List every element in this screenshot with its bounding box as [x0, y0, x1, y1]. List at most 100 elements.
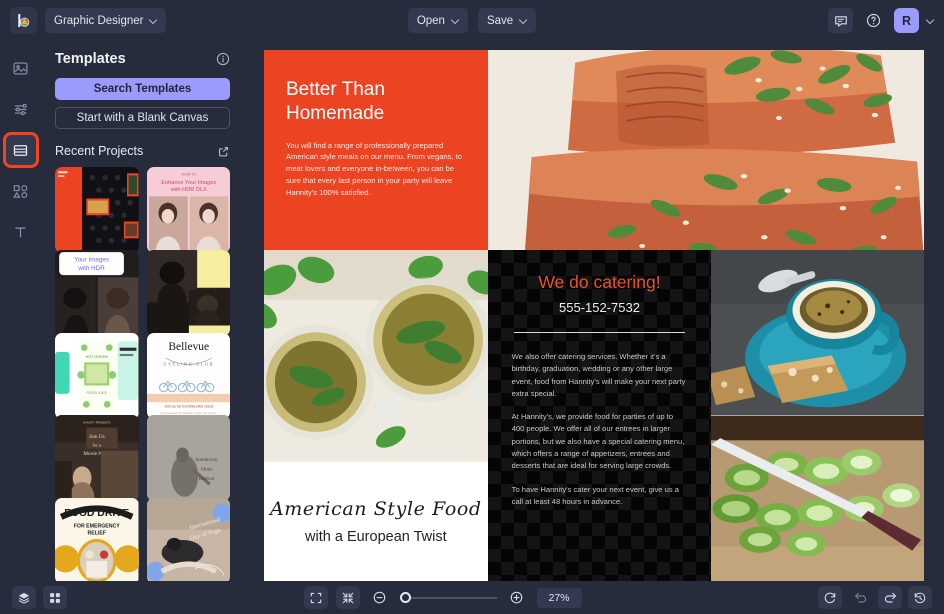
sliders-icon: [12, 101, 29, 118]
text-icon: [12, 224, 29, 241]
info-circle-icon[interactable]: [216, 52, 230, 66]
save-button[interactable]: Save: [477, 8, 537, 33]
svg-text:with HDR DLX: with HDR DLX: [169, 187, 206, 193]
zoom-slider-track[interactable]: [410, 596, 497, 599]
canvas-headline-block[interactable]: Better Than Homemade You will find a ran…: [264, 50, 488, 250]
design-canvas[interactable]: Better Than Homemade You will find a ran…: [264, 50, 924, 581]
catering-paragraph-1: We also offer catering services. Whether…: [511, 352, 686, 398]
help-button[interactable]: [861, 8, 886, 33]
svg-text:for a: for a: [92, 443, 101, 448]
chevron-down-icon: [150, 17, 157, 24]
reset-icon: [823, 591, 837, 605]
svg-text:HOW TO: HOW TO: [181, 173, 196, 177]
zoom-controls: 27%: [303, 586, 582, 609]
fit-screen-button[interactable]: [303, 586, 328, 609]
canvas-area[interactable]: Better Than Homemade You will find a ran…: [244, 41, 944, 581]
app-logo[interactable]: [10, 7, 37, 34]
script-tagline: American Style Food: [269, 497, 482, 520]
comment-button[interactable]: [828, 8, 853, 33]
svg-text:Join us for monthly bike rides: Join us for monthly bike rides!: [164, 404, 213, 408]
shrink-button[interactable]: [335, 586, 360, 609]
zoom-slider[interactable]: [399, 592, 497, 603]
list-item[interactable]: Bellevue CYCLING CLUB Join us for monthl…: [146, 332, 230, 419]
zoom-slider-handle[interactable]: [399, 592, 411, 603]
help-circle-icon: [866, 13, 881, 28]
svg-text:Join Us: Join Us: [89, 435, 105, 441]
workspace-selector[interactable]: Graphic Designer: [45, 8, 167, 33]
svg-text:All speeds and non-Saturday at: All speeds and non-Saturday at noon, rai…: [160, 411, 217, 414]
list-item[interactable]: hometown blues festival: [146, 415, 230, 502]
list-item[interactable]: HANNITY PRESENTS Join Us for a Movie Nig…: [55, 415, 139, 502]
grid-button[interactable]: [43, 586, 67, 609]
zoom-level[interactable]: 27%: [536, 587, 582, 608]
rail-item-adjustments[interactable]: [6, 94, 36, 124]
list-item[interactable]: Your Images with HDR: [55, 249, 139, 336]
layers-button[interactable]: [12, 586, 36, 609]
catering-content: We do catering! 555-152-7532 We also off…: [512, 272, 688, 508]
list-item[interactable]: HOW TO Enhance Your Images with HDR DLX: [146, 167, 230, 254]
divider: [513, 332, 686, 333]
svg-text:FOR EMERGENCY: FOR EMERGENCY: [74, 524, 121, 530]
avatar[interactable]: R: [894, 8, 919, 33]
reset-button[interactable]: [818, 586, 842, 609]
list-item[interactable]: FOOD DRIVE FOR EMERGENCY RELIEF: [55, 498, 139, 581]
right-photo-stack: [711, 250, 924, 581]
templates-icon: [12, 142, 29, 159]
salmon-photo[interactable]: [487, 50, 924, 250]
history-button[interactable]: [908, 586, 932, 609]
zoom-out-button[interactable]: [368, 586, 392, 609]
tool-rail: [0, 41, 41, 581]
list-item[interactable]: [55, 167, 139, 254]
app-header: Graphic Designer Open Save R: [0, 0, 944, 41]
catering-title: We do catering!: [538, 272, 661, 292]
layers-icon: [17, 591, 31, 605]
coffee-biscotti-photo[interactable]: [711, 250, 924, 416]
svg-text:CYCLING CLUB: CYCLING CLUB: [163, 361, 214, 366]
list-item[interactable]: [146, 249, 230, 336]
undo-icon: [853, 590, 868, 605]
rail-item-templates[interactable]: [5, 135, 36, 165]
recent-projects-grid: HOW TO Enhance Your Images with HDR DLX: [55, 167, 230, 581]
script-subtagline: with a European Twist: [305, 528, 447, 545]
open-button[interactable]: Open: [407, 8, 468, 33]
svg-text:FOOD DRIVE: FOOD DRIVE: [64, 508, 129, 519]
redo-button[interactable]: [878, 586, 902, 609]
avatar-chevron-down-icon[interactable]: [927, 17, 934, 24]
mint-tea-photo[interactable]: [264, 250, 488, 462]
open-label: Open: [416, 14, 445, 27]
tea-and-tagline-block[interactable]: American Style Food with a European Twis…: [264, 250, 488, 581]
sliced-leeks-photo[interactable]: [711, 415, 924, 581]
undo-button[interactable]: [848, 586, 872, 609]
blank-canvas-button[interactable]: Start with a Blank Canvas: [55, 106, 230, 130]
templates-panel: Templates Search Templates Start with a …: [41, 41, 244, 581]
canvas-headline: Better Than Homemade: [286, 79, 385, 124]
rail-item-text[interactable]: [6, 217, 36, 247]
rail-item-shapes[interactable]: [6, 176, 36, 206]
rail-item-image[interactable]: [6, 53, 36, 83]
external-link-icon[interactable]: [217, 145, 230, 158]
shapes-icon: [12, 183, 29, 200]
app-footer: 27%: [0, 581, 944, 614]
svg-text:blues: blues: [200, 467, 211, 473]
list-item[interactable]: International Day of Yoga: [146, 498, 230, 581]
tagline-block: American Style Food with a European Twis…: [264, 462, 488, 581]
page-title: Templates: [55, 51, 126, 67]
zoom-out-icon: [372, 590, 387, 605]
catering-block[interactable]: We do catering! 555-152-7532 We also off…: [487, 250, 712, 581]
image-icon: [12, 60, 29, 77]
shrink-icon: [341, 591, 355, 605]
canvas-intro-text: You will find a range of professionally …: [286, 140, 462, 198]
zoom-in-button[interactable]: [505, 586, 529, 609]
search-templates-button[interactable]: Search Templates: [55, 78, 230, 100]
list-item[interactable]: HOT GREEN FRESH JUICE: [55, 332, 139, 419]
comment-icon: [834, 14, 848, 28]
catering-paragraph-3: To have Hannity's cater your next event,…: [511, 484, 679, 506]
recent-projects-header: Recent Projects: [55, 144, 230, 158]
app-body: Templates Search Templates Start with a …: [0, 41, 944, 581]
save-label: Save: [486, 14, 514, 27]
history-icon: [913, 591, 927, 605]
fit-screen-icon: [309, 591, 323, 605]
svg-text:HOT GREEN: HOT GREEN: [86, 355, 108, 359]
svg-text:festival: festival: [198, 475, 214, 482]
svg-text:with HDR: with HDR: [77, 265, 105, 272]
